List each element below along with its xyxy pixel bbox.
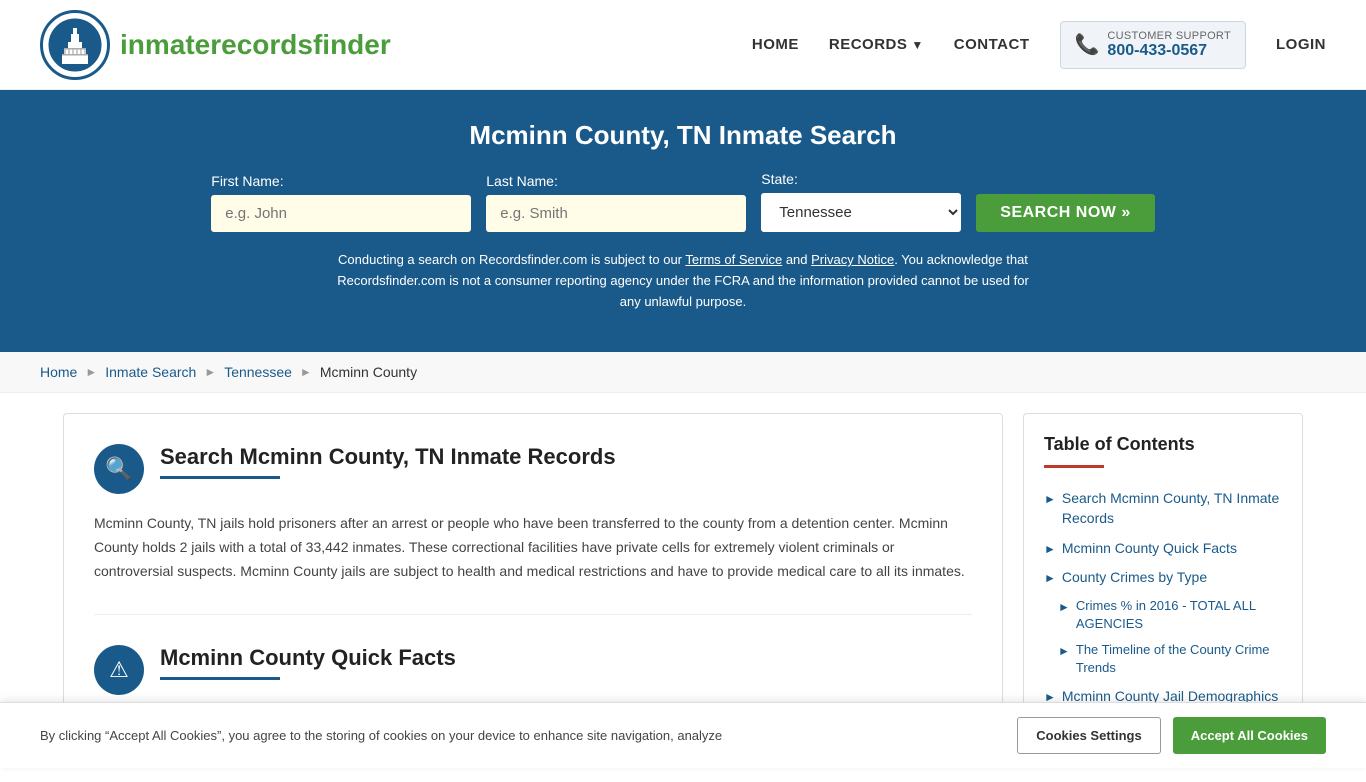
section1-title-area: Search Mcminn County, TN Inmate Records — [160, 444, 616, 479]
nav-contact[interactable]: CONTACT — [954, 36, 1030, 53]
cookie-accept-button[interactable]: Accept All Cookies — [1173, 717, 1326, 754]
cookie-buttons: Cookies Settings Accept All Cookies — [1017, 717, 1326, 754]
chevron-right-icon-3: ► — [1044, 570, 1056, 587]
toc-sub-item-5[interactable]: ► The Timeline of the County Crime Trend… — [1044, 637, 1282, 681]
section2-title-area: Mcminn County Quick Facts — [160, 645, 456, 680]
first-name-input[interactable] — [211, 195, 471, 232]
state-select[interactable]: Tennessee Alabama Alaska Arizona Arkansa… — [761, 193, 961, 232]
main-nav: HOME RECORDS ▼ CONTACT 📞 CUSTOMER SUPPOR… — [752, 21, 1326, 69]
logo-text: inmaterecordsfinder — [120, 29, 391, 61]
toc-item-2[interactable]: ► Mcminn County Quick Facts — [1044, 534, 1282, 564]
cookie-settings-button[interactable]: Cookies Settings — [1017, 717, 1160, 754]
search-form: First Name: Last Name: State: Tennessee … — [40, 171, 1326, 232]
section1-text: Mcminn County, TN jails hold prisoners a… — [94, 512, 972, 583]
chevron-down-icon: ▼ — [911, 38, 923, 52]
section-quick-facts: ⚠ Mcminn County Quick Facts — [94, 645, 972, 695]
section1-title: Search Mcminn County, TN Inmate Records — [160, 444, 616, 470]
logo-part2: finder — [313, 29, 391, 60]
cookie-banner: By clicking “Accept All Cookies”, you ag… — [0, 702, 1366, 768]
customer-support[interactable]: 📞 CUSTOMER SUPPORT 800-433-0567 — [1060, 21, 1246, 69]
section-inmate-records: 🔍 Search Mcminn County, TN Inmate Record… — [94, 444, 972, 614]
toc-item-3[interactable]: ► County Crimes by Type — [1044, 563, 1282, 593]
toc-sub-item-4[interactable]: ► Crimes % in 2016 - TOTAL ALL AGENCIES — [1044, 593, 1282, 637]
section2-underline — [160, 677, 280, 680]
toc-title: Table of Contents — [1044, 434, 1282, 455]
logo-part1: inmaterecords — [120, 29, 313, 60]
toc-label-3: County Crimes by Type — [1062, 568, 1207, 588]
breadcrumb-tennessee[interactable]: Tennessee — [224, 364, 292, 380]
breadcrumb-home[interactable]: Home — [40, 364, 77, 380]
nav-records[interactable]: RECORDS ▼ — [829, 36, 924, 53]
state-group: State: Tennessee Alabama Alaska Arizona … — [761, 171, 961, 232]
content-area: 🔍 Search Mcminn County, TN Inmate Record… — [63, 413, 1003, 743]
toc-label-4: Crimes % in 2016 - TOTAL ALL AGENCIES — [1076, 597, 1282, 633]
privacy-link[interactable]: Privacy Notice — [811, 252, 894, 267]
last-name-label: Last Name: — [486, 173, 558, 189]
headset-icon: 📞 — [1075, 32, 1100, 57]
hero-section: Mcminn County, TN Inmate Search First Na… — [0, 90, 1366, 352]
hero-disclaimer: Conducting a search on Recordsfinder.com… — [333, 250, 1033, 312]
breadcrumb-sep-1: ► — [85, 365, 97, 379]
logo-icon — [40, 10, 110, 80]
toc-underline — [1044, 465, 1104, 468]
breadcrumb: Home ► Inmate Search ► Tennessee ► Mcmin… — [0, 352, 1366, 393]
alert-icon: ⚠ — [94, 645, 144, 695]
breadcrumb-sep-3: ► — [300, 365, 312, 379]
search-button[interactable]: SEARCH NOW » — [976, 194, 1154, 232]
nav-records-label: RECORDS — [829, 36, 908, 53]
section2-header: ⚠ Mcminn County Quick Facts — [94, 645, 972, 695]
state-label: State: — [761, 171, 798, 187]
breadcrumb-current: Mcminn County — [320, 364, 417, 380]
first-name-label: First Name: — [211, 173, 283, 189]
nav-login[interactable]: LOGIN — [1276, 36, 1326, 53]
section2-title: Mcminn County Quick Facts — [160, 645, 456, 671]
logo-area: inmaterecordsfinder — [40, 10, 391, 80]
toc-label-1: Search Mcminn County, TN Inmate Records — [1062, 489, 1282, 528]
last-name-input[interactable] — [486, 195, 746, 232]
chevron-right-icon-5: ► — [1058, 643, 1070, 660]
chevron-right-icon-2: ► — [1044, 541, 1056, 558]
support-number: 800-433-0567 — [1107, 42, 1231, 60]
breadcrumb-inmate-search[interactable]: Inmate Search — [105, 364, 196, 380]
first-name-group: First Name: — [211, 173, 471, 232]
nav-home[interactable]: HOME — [752, 36, 799, 53]
search-icon: 🔍 — [94, 444, 144, 494]
section1-underline — [160, 476, 280, 479]
support-label: CUSTOMER SUPPORT — [1107, 30, 1231, 42]
support-info: CUSTOMER SUPPORT 800-433-0567 — [1107, 30, 1231, 60]
toc-item-1[interactable]: ► Search Mcminn County, TN Inmate Record… — [1044, 484, 1282, 533]
site-header: inmaterecordsfinder HOME RECORDS ▼ CONTA… — [0, 0, 1366, 90]
chevron-right-icon-4: ► — [1058, 599, 1070, 616]
breadcrumb-sep-2: ► — [204, 365, 216, 379]
hero-title: Mcminn County, TN Inmate Search — [40, 120, 1326, 151]
toc-label-5: The Timeline of the County Crime Trends — [1076, 641, 1282, 677]
chevron-right-icon-1: ► — [1044, 491, 1056, 508]
cookie-text: By clicking “Accept All Cookies”, you ag… — [40, 728, 997, 743]
last-name-group: Last Name: — [486, 173, 746, 232]
toc-label-2: Mcminn County Quick Facts — [1062, 539, 1237, 559]
terms-link[interactable]: Terms of Service — [685, 252, 782, 267]
section1-header: 🔍 Search Mcminn County, TN Inmate Record… — [94, 444, 972, 494]
